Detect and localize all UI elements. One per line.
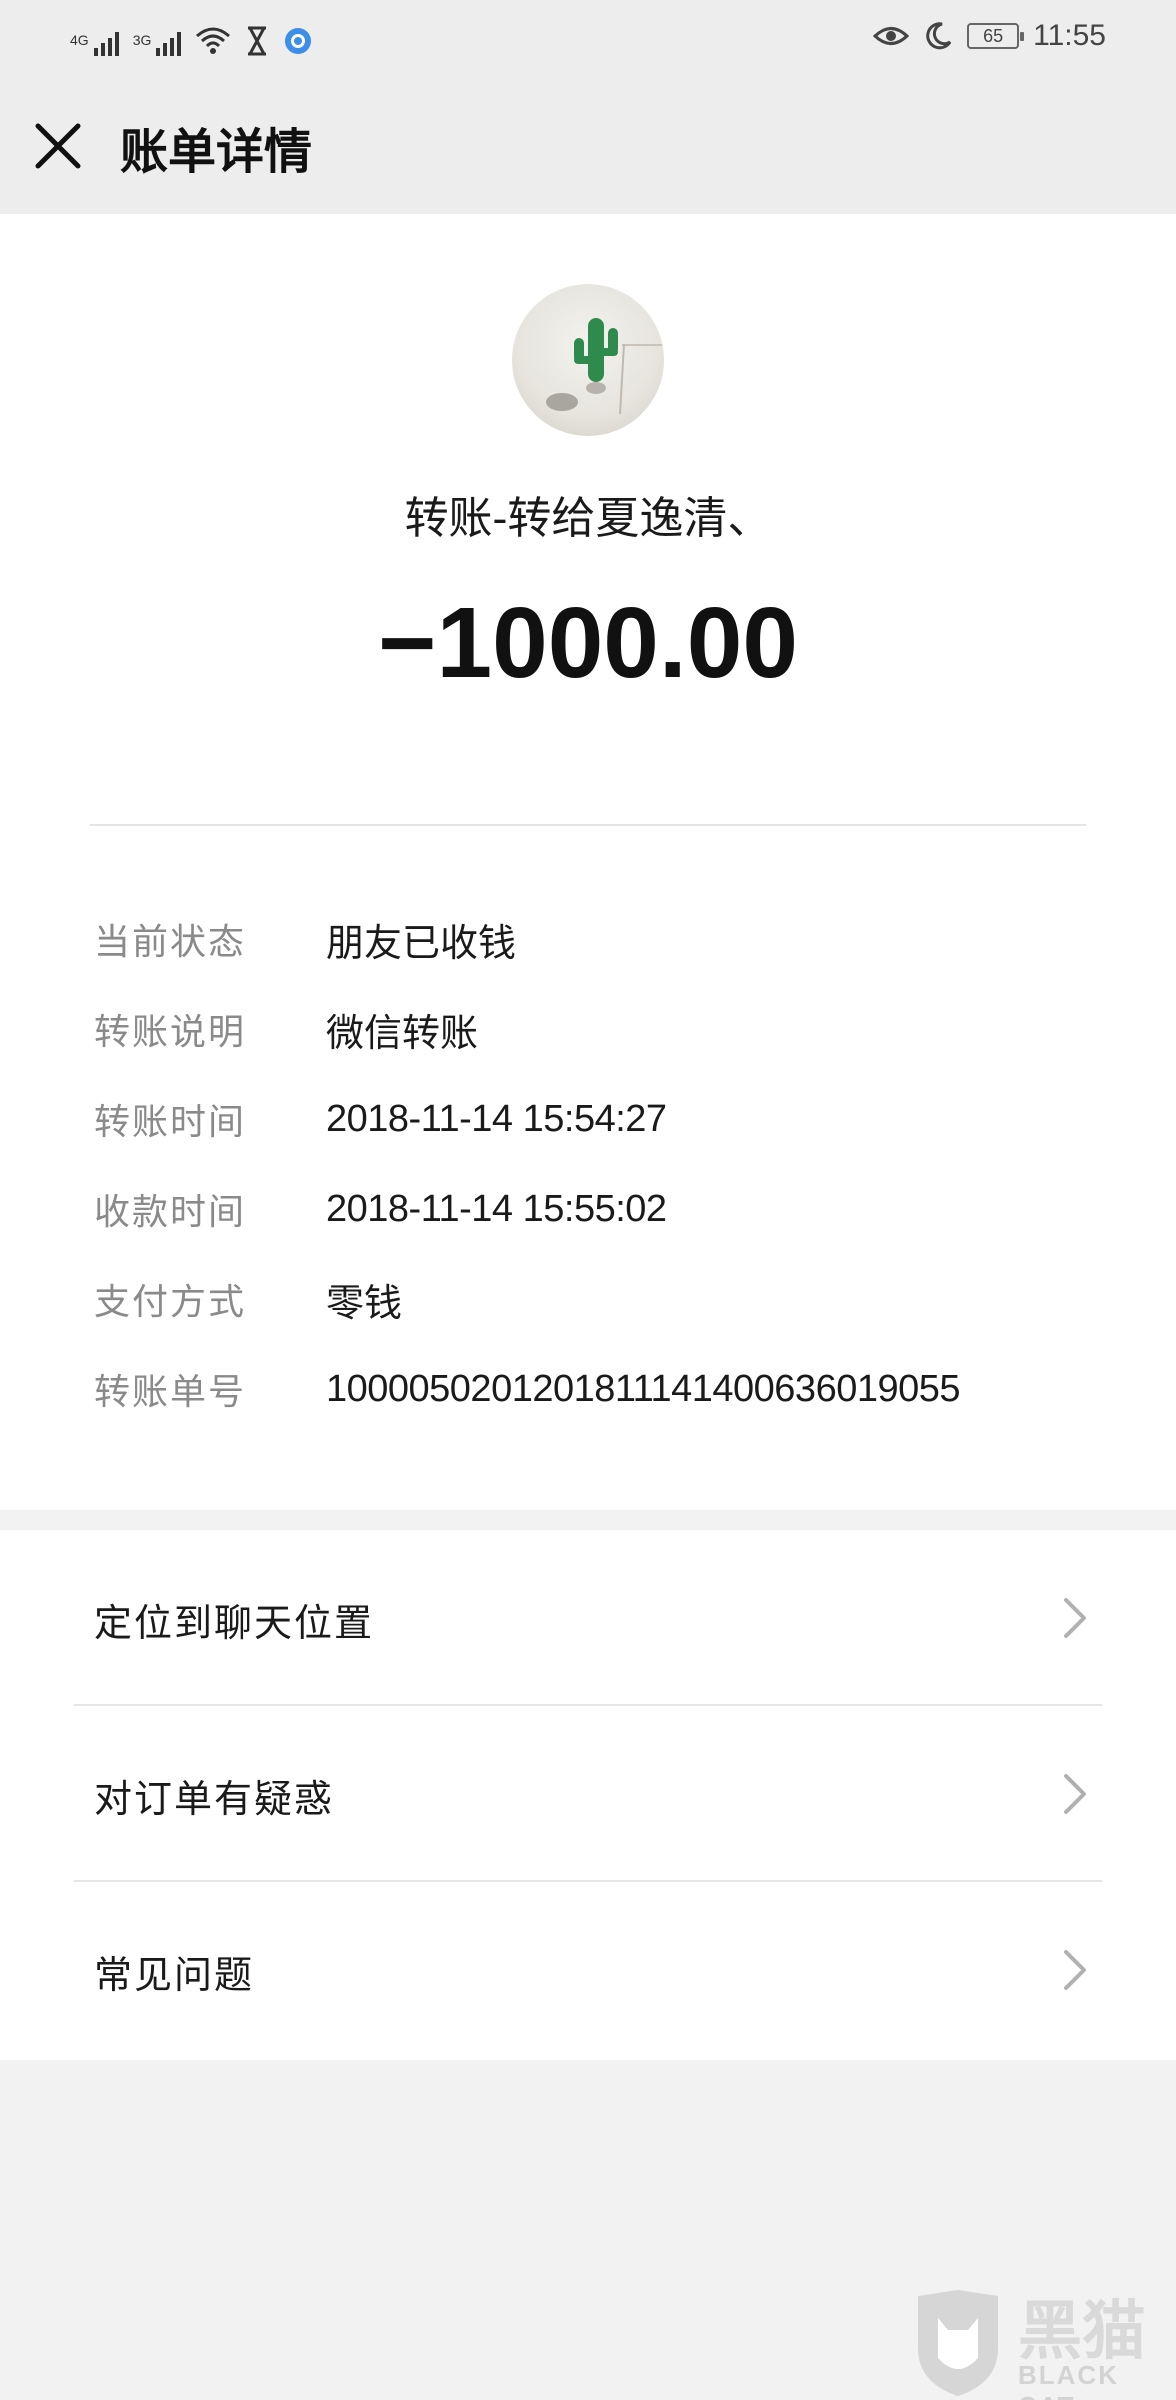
detail-row-payment-method: 支付方式 零钱 bbox=[94, 1254, 1094, 1344]
detail-label: 转账时间 bbox=[94, 1102, 247, 1143]
page-title: 账单详情 bbox=[120, 124, 313, 180]
eye-icon bbox=[873, 27, 910, 45]
detail-value: 零钱 bbox=[326, 1280, 403, 1325]
action-label: 常见问题 bbox=[94, 1953, 255, 1997]
action-label: 对订单有疑惑 bbox=[94, 1777, 335, 1821]
status-left: 4G 3G bbox=[70, 16, 313, 56]
detail-list: 当前状态 朋友已收钱 转账说明 微信转账 转账时间 2018-11-14 15:… bbox=[94, 894, 1094, 1434]
network-type-label: 3G bbox=[132, 32, 152, 48]
divider bbox=[90, 824, 1086, 826]
detail-value: 朋友已收钱 bbox=[326, 920, 517, 965]
status-bar: 4G 3G 65 11:55 bbox=[0, 0, 1176, 72]
header-bar: 账单详情 bbox=[0, 72, 1176, 214]
detail-label: 转账单号 bbox=[94, 1372, 247, 1413]
detail-row-transfer-time: 转账时间 2018-11-14 15:54:27 bbox=[94, 1074, 1094, 1164]
detail-label: 收款时间 bbox=[94, 1192, 247, 1233]
watermark: 黑猫 BLACK CAT bbox=[900, 2280, 1176, 2400]
chevron-right-icon bbox=[1064, 1598, 1086, 1638]
signal-icon: 3G bbox=[133, 32, 182, 56]
detail-value: 2018-11-14 15:55:02 bbox=[326, 1187, 667, 1230]
close-icon bbox=[35, 123, 81, 169]
battery-icon: 65 bbox=[967, 23, 1025, 49]
detail-row-receive-time: 收款时间 2018-11-14 15:55:02 bbox=[94, 1164, 1094, 1254]
status-right: 65 11:55 bbox=[873, 16, 1106, 56]
detail-row-transfer-id: 转账单号 1000050201201811141400636019055 bbox=[94, 1344, 1094, 1434]
watermark-text-en: BLACK CAT bbox=[1018, 2360, 1119, 2400]
wifi-icon bbox=[196, 27, 231, 54]
close-button[interactable] bbox=[26, 114, 90, 178]
hourglass-icon bbox=[248, 26, 267, 56]
network-type-label: 4G bbox=[70, 32, 89, 48]
watermark-text: 黑猫 bbox=[1018, 2295, 1146, 2369]
transfer-amount: −1000.00 bbox=[378, 587, 798, 699]
moon-icon bbox=[926, 22, 952, 50]
browser-icon bbox=[285, 28, 312, 54]
detail-value: 2018-11-14 15:54:27 bbox=[326, 1097, 667, 1140]
detail-label: 支付方式 bbox=[94, 1282, 247, 1323]
status-time: 11:55 bbox=[1033, 19, 1106, 52]
chevron-right-icon bbox=[1064, 1774, 1086, 1814]
detail-row-note: 转账说明 微信转账 bbox=[94, 984, 1094, 1074]
black-cat-logo-icon bbox=[918, 2290, 998, 2396]
bill-detail-card: 转账-转给夏逸清、 −1000.00 当前状态 朋友已收钱 转账说明 微信转账 … bbox=[0, 214, 1176, 1510]
detail-value: 微信转账 bbox=[326, 1010, 479, 1055]
action-label: 定位到聊天位置 bbox=[94, 1601, 375, 1645]
signal-icon: 4G bbox=[70, 32, 119, 56]
cactus-icon bbox=[546, 318, 662, 415]
detail-value: 1000050201201811141400636019055 bbox=[326, 1367, 961, 1410]
avatar bbox=[512, 284, 664, 436]
actions-card: 定位到聊天位置 对订单有疑惑 常见问题 bbox=[0, 1530, 1176, 2060]
chevron-right-icon bbox=[1064, 1950, 1086, 1990]
faq-item[interactable]: 常见问题 bbox=[0, 1882, 1176, 2058]
transfer-recipient: 转账-转给夏逸清、 bbox=[404, 493, 772, 544]
detail-label: 当前状态 bbox=[94, 922, 247, 963]
locate-chat-position-item[interactable]: 定位到聊天位置 bbox=[0, 1530, 1176, 1706]
battery-level: 65 bbox=[983, 26, 1004, 46]
detail-label: 转账说明 bbox=[94, 1012, 247, 1053]
detail-row-status: 当前状态 朋友已收钱 bbox=[94, 894, 1094, 984]
order-question-item[interactable]: 对订单有疑惑 bbox=[0, 1706, 1176, 1882]
